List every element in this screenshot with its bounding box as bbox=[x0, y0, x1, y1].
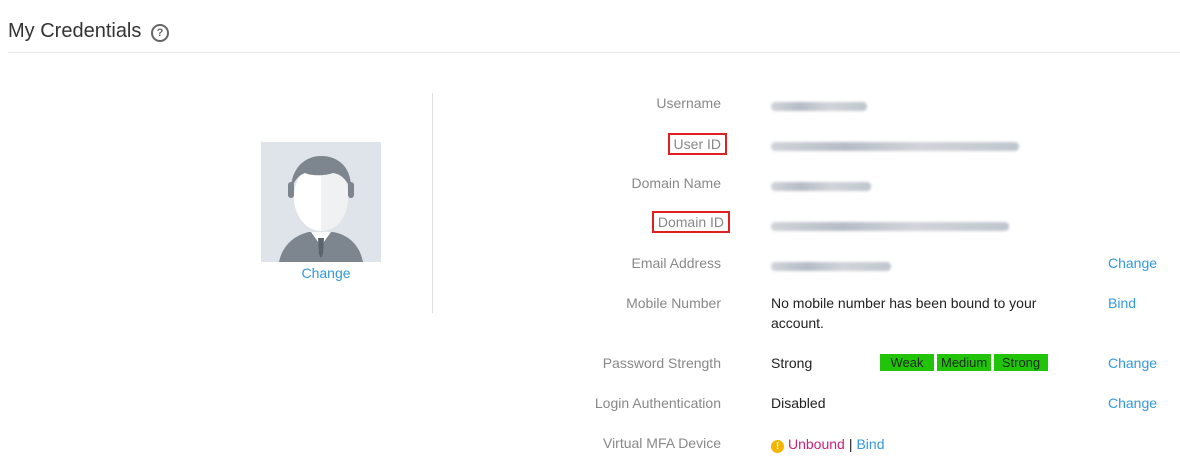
password-strength-label: Password Strength bbox=[602, 355, 721, 371]
warning-icon: ! bbox=[771, 440, 784, 453]
page-title: My Credentials bbox=[8, 20, 142, 42]
vertical-divider bbox=[432, 93, 433, 313]
password-strength-meter: Weak Medium Strong bbox=[880, 354, 1048, 371]
strength-weak: Weak bbox=[880, 354, 934, 371]
change-email-link[interactable]: Change bbox=[1108, 255, 1157, 271]
email-label: Email Address bbox=[631, 255, 721, 271]
password-strength-value: Strong bbox=[771, 355, 813, 371]
username-label: Username bbox=[656, 95, 721, 111]
change-login-auth-link[interactable]: Change bbox=[1108, 395, 1157, 411]
strength-strong: Strong bbox=[994, 354, 1048, 371]
mobile-value: No mobile number has been bound to your … bbox=[771, 295, 1037, 331]
help-icon[interactable]: ? bbox=[151, 24, 169, 42]
avatar bbox=[261, 142, 381, 262]
domain-name-label: Domain Name bbox=[631, 175, 721, 191]
domain-name-value bbox=[771, 178, 871, 194]
login-auth-label: Login Authentication bbox=[594, 395, 721, 411]
domain-id-value bbox=[771, 218, 1009, 234]
change-password-link[interactable]: Change bbox=[1108, 355, 1157, 371]
user-silhouette-icon bbox=[261, 142, 381, 262]
strength-medium: Medium bbox=[937, 354, 991, 371]
change-avatar-link[interactable]: Change bbox=[261, 265, 391, 281]
page-header: My Credentials ? bbox=[8, 18, 1180, 53]
mfa-separator: | bbox=[848, 436, 853, 452]
username-value bbox=[771, 98, 867, 114]
email-value bbox=[771, 258, 891, 274]
bind-mobile-link[interactable]: Bind bbox=[1108, 295, 1136, 311]
mfa-status: ! Unbound | Bind bbox=[771, 436, 885, 453]
bind-mfa-link[interactable]: Bind bbox=[856, 436, 884, 452]
mobile-label: Mobile Number bbox=[626, 295, 721, 311]
user-id-label: User ID bbox=[667, 133, 727, 155]
user-id-value bbox=[771, 138, 1019, 154]
domain-id-label: Domain ID bbox=[651, 211, 730, 233]
mfa-unbound-text: Unbound bbox=[788, 436, 845, 452]
login-auth-value: Disabled bbox=[771, 395, 826, 411]
mfa-label: Virtual MFA Device bbox=[602, 435, 721, 451]
